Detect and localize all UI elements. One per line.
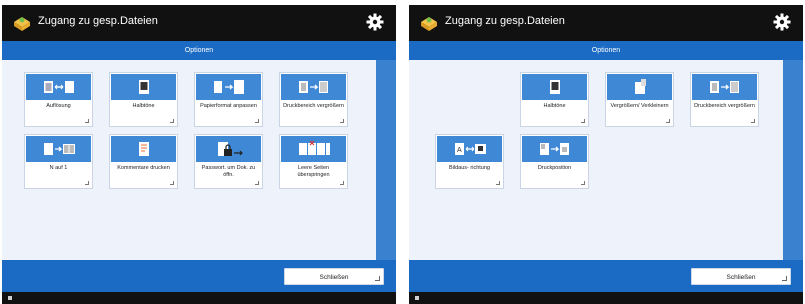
tile-label: N auf 1 xyxy=(49,165,68,171)
bottom-bar: Schließen xyxy=(409,260,803,292)
enlarge-print-area-icon xyxy=(709,81,739,93)
corner-mark-icon xyxy=(666,119,670,123)
tile-enlarge-reduce[interactable]: Vergrößern/ Verkleinern xyxy=(605,72,674,127)
screen-right: Zugang zu gesp.Dateien Optionen Halbtöne xyxy=(409,5,803,304)
halftone-icon xyxy=(549,80,560,94)
title-bar: Zugang zu gesp.Dateien xyxy=(409,5,803,41)
tile-label: Halbtöne xyxy=(132,103,155,109)
corner-mark-icon xyxy=(581,119,585,123)
tile-n-on-1[interactable]: N auf 1 xyxy=(24,134,93,189)
corner-mark-icon xyxy=(375,276,380,281)
tile-image-orientation[interactable]: A Bildaus- richtung xyxy=(435,134,504,189)
halftone-icon xyxy=(138,80,149,94)
tile-label: Druckposition xyxy=(537,165,572,171)
status-bar xyxy=(2,292,396,304)
password-open-doc-icon xyxy=(217,142,243,156)
close-button-label: Schließen xyxy=(726,274,756,281)
image-orientation-icon: A xyxy=(454,143,486,155)
corner-mark-icon xyxy=(85,181,89,185)
scrollbar[interactable] xyxy=(783,60,803,260)
close-button[interactable]: Schließen xyxy=(284,268,384,285)
skip-blank-pages-icon xyxy=(298,140,330,155)
tile-label: Auflösung xyxy=(46,103,71,109)
close-button[interactable]: Schließen xyxy=(691,268,791,285)
tile-password-open-doc[interactable]: Passwort. um Dok. zu öffn. xyxy=(194,134,263,189)
status-indicator-icon xyxy=(8,296,12,300)
tile-print-position[interactable]: Druckposition xyxy=(520,134,589,189)
app-title: Zugang zu gesp.Dateien xyxy=(445,15,565,27)
enlarge-reduce-icon xyxy=(634,79,646,94)
options-panel: Halbtöne Vergrößern/ Verkleinern Druckbe… xyxy=(409,60,783,260)
corner-mark-icon xyxy=(496,181,500,185)
tile-enlarge-print-area[interactable]: Druckbereich vergrößern xyxy=(279,72,348,127)
scrollbar[interactable] xyxy=(376,60,396,260)
stored-files-icon xyxy=(421,17,437,31)
tile-label: Halbtöne xyxy=(543,103,566,109)
bottom-bar: Schließen xyxy=(2,260,396,292)
stored-files-icon xyxy=(14,17,30,31)
print-position-icon xyxy=(539,143,569,155)
corner-mark-icon xyxy=(170,181,174,185)
options-header: Optionen xyxy=(409,41,803,60)
tile-fit-paper-size[interactable]: Papierformat anpassen xyxy=(194,72,263,127)
options-header: Optionen xyxy=(2,41,396,60)
tile-label: Druckbereich vergrößern xyxy=(283,103,344,109)
tile-print-comments[interactable]: Kommentare drucken xyxy=(109,134,178,189)
tile-skip-blank-pages[interactable]: Leere Seiten überspringen xyxy=(279,134,348,189)
tile-resolution[interactable]: Auflösung xyxy=(24,72,93,127)
tile-label: Vergrößern/ Verkleinern xyxy=(610,103,669,109)
tile-halftone[interactable]: Halbtöne xyxy=(109,72,178,127)
resolution-icon xyxy=(43,81,74,93)
corner-mark-icon xyxy=(85,119,89,123)
tile-enlarge-print-area[interactable]: Druckbereich vergrößern xyxy=(690,72,759,127)
corner-mark-icon xyxy=(581,181,585,185)
corner-mark-icon xyxy=(255,119,259,123)
tile-halftone[interactable]: Halbtöne xyxy=(520,72,589,127)
screen-left: Zugang zu gesp.Dateien Optionen Auflösun… xyxy=(2,5,396,304)
gear-icon[interactable] xyxy=(773,13,791,31)
fit-paper-size-icon xyxy=(213,80,244,94)
tile-label: Passwort. um Dok. zu öffn. xyxy=(201,165,256,178)
gear-icon[interactable] xyxy=(366,13,384,31)
n-on-1-icon xyxy=(43,143,75,155)
app-title: Zugang zu gesp.Dateien xyxy=(38,15,158,27)
status-bar xyxy=(409,292,803,304)
corner-mark-icon xyxy=(340,119,344,123)
svg-text:A: A xyxy=(457,147,462,154)
tile-label: Leere Seiten überspringen xyxy=(297,165,330,178)
status-indicator-icon xyxy=(415,296,419,300)
corner-mark-icon xyxy=(340,181,344,185)
tile-label: Kommentare drucken xyxy=(117,165,170,171)
title-bar: Zugang zu gesp.Dateien xyxy=(2,5,396,41)
close-button-label: Schließen xyxy=(319,274,349,281)
options-panel: Auflösung Halbtöne Papierformat anpassen… xyxy=(2,60,376,260)
tile-label: Druckbereich vergrößern xyxy=(694,103,755,109)
corner-mark-icon xyxy=(782,276,787,281)
tile-label: Bildaus- richtung xyxy=(449,165,490,171)
corner-mark-icon xyxy=(751,119,755,123)
corner-mark-icon xyxy=(170,119,174,123)
tile-label: Papierformat anpassen xyxy=(200,103,257,109)
print-comments-icon xyxy=(138,142,149,156)
corner-mark-icon xyxy=(255,181,259,185)
enlarge-print-area-icon xyxy=(298,81,328,93)
